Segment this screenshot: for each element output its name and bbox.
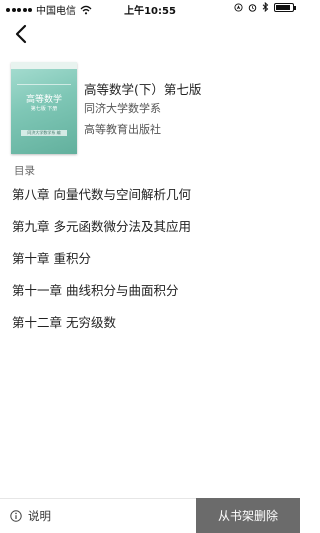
book-publisher: 高等教育出版社: [84, 123, 161, 136]
cover-subtitle: 第七版 下册: [30, 106, 58, 112]
status-bar: 中国电信 上午10:55: [0, 0, 300, 17]
toc-list: 第八章 向量代数与空间解析几何 第九章 多元函数微分法及其应用 第十章 重积分 …: [12, 184, 292, 344]
battery-fill: [276, 4, 291, 10]
bottom-bar: 说明 从书架删除: [0, 498, 300, 533]
book-author: 同济大学数学系: [84, 102, 161, 115]
cover-author: 同济大学数学系 编: [21, 130, 67, 136]
book-cover: 高等数学 第七版 下册 同济大学数学系 编: [11, 62, 77, 154]
nav-bar: [0, 16, 300, 52]
remove-from-shelf-button[interactable]: 从书架删除: [196, 498, 300, 533]
toc-item[interactable]: 第九章 多元函数微分法及其应用: [12, 216, 292, 248]
battery-icon: [274, 2, 296, 12]
alarm-icon: [248, 3, 257, 12]
cover-stripe: [17, 84, 71, 85]
info-label: 说明: [28, 509, 51, 523]
book-title: 高等数学(下）第七版: [84, 82, 202, 97]
toc-item[interactable]: 第十二章 无穷级数: [12, 312, 292, 344]
info-button[interactable]: 说明: [10, 499, 51, 533]
location-icon: [234, 2, 243, 12]
toc-header: 目录: [14, 165, 35, 177]
cover-title: 高等数学: [25, 95, 62, 105]
status-right: [234, 2, 296, 12]
toc-item[interactable]: 第八章 向量代数与空间解析几何: [12, 184, 292, 216]
chevron-left-icon[interactable]: [10, 22, 34, 46]
toc-item[interactable]: 第十一章 曲线积分与曲面积分: [12, 280, 292, 312]
cover-band: [11, 62, 77, 69]
toc-item[interactable]: 第十章 重积分: [12, 248, 292, 280]
bluetooth-icon: [262, 2, 269, 12]
info-icon: [10, 510, 22, 522]
